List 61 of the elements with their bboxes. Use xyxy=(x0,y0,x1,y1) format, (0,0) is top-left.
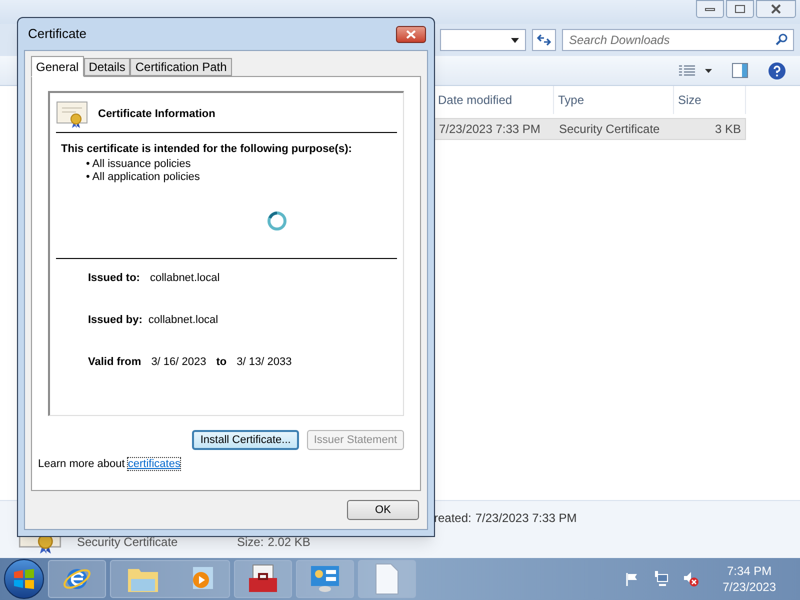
valid-from-value: 3/ 16/ 2023 xyxy=(151,355,206,370)
close-button[interactable] xyxy=(756,0,796,18)
refresh-icon xyxy=(536,34,552,46)
taskbar-button[interactable] xyxy=(48,560,106,598)
file-type-text: Security Certificate xyxy=(77,534,179,551)
search-icon xyxy=(775,33,788,46)
view-options-button[interactable] xyxy=(679,64,712,76)
purpose-heading: This certificate is intended for the following purpose(s): xyxy=(61,142,353,157)
created-label: reated: xyxy=(434,510,472,527)
blank-document-icon xyxy=(375,563,399,595)
certificate-icon xyxy=(56,100,88,128)
valid-from-label: Valid from xyxy=(88,355,142,370)
help-icon[interactable] xyxy=(768,62,786,80)
size-label: Size: xyxy=(237,534,264,551)
purpose-item: • All issuance policies xyxy=(86,158,192,170)
minimize-button[interactable] xyxy=(696,0,724,18)
dialog-title: Certificate xyxy=(28,25,87,44)
control-panel-icon xyxy=(309,564,341,594)
close-button[interactable] xyxy=(396,26,426,42)
windows-logo-icon xyxy=(13,569,35,589)
start-button[interactable] xyxy=(4,559,44,599)
dropdown-icon xyxy=(511,38,519,42)
column-header-cell[interactable]: Size xyxy=(674,86,746,114)
issued-by-label: Issued by: xyxy=(88,313,142,328)
tab[interactable]: General xyxy=(31,56,84,77)
tab[interactable]: Certification Path xyxy=(130,58,232,76)
ok-button[interactable]: OK xyxy=(347,500,419,520)
file-row[interactable]: 7/23/2023 7:33 PM Security Certificate 3 KB xyxy=(434,118,746,140)
certificates-link[interactable]: certificates xyxy=(128,458,180,470)
address-field[interactable] xyxy=(440,29,526,51)
dropdown-icon xyxy=(705,68,712,72)
taskbar-button[interactable] xyxy=(234,560,292,598)
valid-to-value: 3/ 13/ 2033 xyxy=(236,355,292,370)
close-icon xyxy=(771,4,781,14)
refresh-button[interactable] xyxy=(532,29,556,51)
close-icon xyxy=(406,30,416,38)
info-heading: Certificate Information xyxy=(98,107,216,122)
date-modified-cell-text: 7/23/2023 7:33 PM xyxy=(438,121,542,138)
network-icon[interactable] xyxy=(652,571,669,587)
muted-speaker-icon[interactable] xyxy=(682,571,699,587)
install-certificate-button[interactable]: Install Certificate... xyxy=(192,430,299,450)
learn-more-text: Learn more about certificates xyxy=(38,457,182,472)
flag-icon[interactable] xyxy=(624,572,639,586)
restore-button[interactable] xyxy=(726,0,754,18)
tab[interactable]: Details xyxy=(84,58,130,76)
issued-by-value: collabnet.local xyxy=(148,313,218,328)
clock-date: 7/23/2023 xyxy=(722,579,776,595)
column-header-cell[interactable]: Type xyxy=(554,86,674,114)
purpose-item: • All application policies xyxy=(86,170,201,184)
toolbox-icon xyxy=(247,564,279,594)
issued-to-value: collabnet.local xyxy=(150,271,220,286)
list-view-icon xyxy=(679,64,695,76)
created-value: 7/23/2023 7:33 PM xyxy=(475,510,577,527)
clock-time: 7:34 PM xyxy=(726,563,772,579)
size-cell-text: 3 KB xyxy=(714,121,742,138)
issued-to-label: Issued to: xyxy=(88,271,140,286)
type-cell-text: Security Certificate xyxy=(558,121,661,138)
preview-pane-icon[interactable] xyxy=(732,63,748,78)
search-field[interactable]: Search Downloads xyxy=(562,29,794,51)
size-value: 2.02 KB xyxy=(268,534,310,551)
valid-to-label: to xyxy=(216,355,227,370)
